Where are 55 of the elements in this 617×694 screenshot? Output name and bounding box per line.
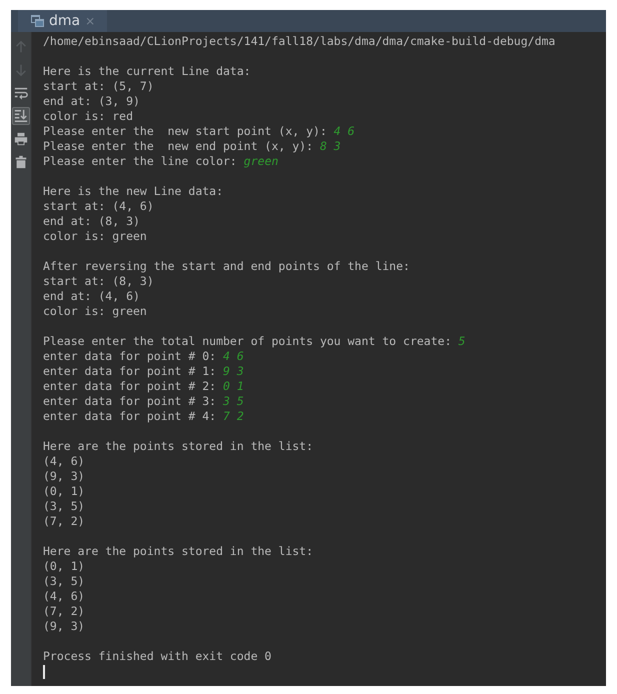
console-text: (4, 6) xyxy=(43,589,85,603)
typed-text: 3 5 xyxy=(223,394,244,408)
console-text: enter data for point # 0: xyxy=(43,349,216,363)
console-text: Here are the points stored in the list: xyxy=(43,544,314,558)
console-text: end at: (4, 6) xyxy=(43,289,140,303)
console-text: end at: (3, 9) xyxy=(43,94,140,108)
typed-text: 0 1 xyxy=(223,379,244,393)
console-text: (3, 5) xyxy=(43,574,85,588)
typed-text: 8 3 xyxy=(320,139,341,153)
down-arrow-icon xyxy=(14,63,28,77)
typed-text: 4 6 xyxy=(223,349,244,363)
soft-wrap-icon xyxy=(14,86,28,100)
scroll-to-end-icon xyxy=(14,109,28,123)
typed-text: 7 2 xyxy=(223,409,244,423)
console-text: Process finished with exit code 0 xyxy=(43,649,272,663)
console-text: start at: (8, 3) xyxy=(43,274,154,288)
console-text: Please enter the total number of points you want to create: xyxy=(43,334,452,348)
typed-text: 5 xyxy=(458,334,466,348)
console-text: Please enter the new start point (x, y): xyxy=(43,124,327,138)
console-text: color is: green xyxy=(43,229,147,243)
text-cursor xyxy=(43,664,45,678)
console-text: (9, 3) xyxy=(43,619,85,633)
console-text: start at: (4, 6) xyxy=(43,199,154,213)
console-text: (3, 5) xyxy=(43,499,85,513)
console-text: end at: (8, 3) xyxy=(43,214,140,228)
console-text: (7, 2) xyxy=(43,604,85,618)
console-text: (0, 1) xyxy=(43,559,85,573)
console-text: enter data for point # 2: xyxy=(43,379,216,393)
console-text: enter data for point # 4: xyxy=(43,409,216,423)
typed-text: 4 6 xyxy=(334,124,355,138)
print-icon xyxy=(14,132,28,146)
trash-icon xyxy=(14,155,28,169)
console-text: enter data for point # 3: xyxy=(43,394,216,408)
console-text: Please enter the new end point (x, y): xyxy=(43,139,314,153)
typed-text: green xyxy=(244,154,278,168)
console-text: After reversing the start and end points of the line: xyxy=(43,259,410,273)
console-text: (4, 6) xyxy=(43,454,85,468)
console-window-icon xyxy=(31,15,44,27)
console-tab[interactable]: dma × xyxy=(18,10,108,32)
console-text: enter data for point # 1: xyxy=(43,364,216,378)
typed-text: 9 3 xyxy=(223,364,244,378)
console-text: Here are the points stored in the list: xyxy=(43,439,314,453)
console-text: /home/ebinsaad/CLionProjects/141/fall18/labs/dma/dma/cmake-build-debug/dma xyxy=(43,34,556,48)
up-arrow-icon xyxy=(14,40,28,54)
print-button[interactable] xyxy=(12,130,30,148)
console-text: Please enter the line color: xyxy=(43,154,237,168)
console-text: (7, 2) xyxy=(43,514,85,528)
console-text: (0, 1) xyxy=(43,484,85,498)
console-text: color is: red xyxy=(43,109,134,123)
console-text: color is: green xyxy=(43,304,147,318)
console-text: Here is the new Line data: xyxy=(43,184,224,198)
console-text: (9, 3) xyxy=(43,469,85,483)
scroll-to-end-button[interactable] xyxy=(12,107,30,125)
console-text: Here is the current Line data: xyxy=(43,64,251,78)
console-text: start at: (5, 7) xyxy=(43,79,154,93)
